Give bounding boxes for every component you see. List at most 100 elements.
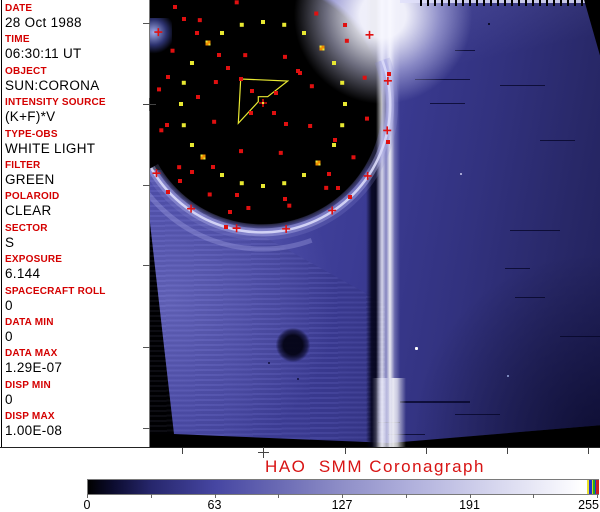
field-label: SPACECRAFT ROLL xyxy=(5,285,149,298)
colorbar xyxy=(87,479,599,495)
orange-checker-marker xyxy=(201,155,203,157)
bottom-axis-tick xyxy=(426,448,427,454)
red-fiducial-dot xyxy=(283,55,287,59)
metadata-field: SECTORS xyxy=(5,222,149,251)
colorbar-tick-label: 255 xyxy=(571,498,599,512)
orange-checker-marker xyxy=(204,158,206,160)
field-value: 1.29E-07 xyxy=(5,360,149,376)
field-label: EXPOSURE xyxy=(5,253,149,266)
red-fiducial-dot xyxy=(363,76,367,80)
field-value: CLEAR xyxy=(5,203,149,219)
field-value: 0 xyxy=(5,329,149,345)
image-title: HAO SMM Coronagraph xyxy=(150,457,600,477)
red-fiducial-dot xyxy=(235,0,239,4)
metadata-field: INTENSITY SOURCE(K+F)*V xyxy=(5,96,149,125)
red-fiducial-dot xyxy=(196,95,200,99)
red-fiducial-dot xyxy=(333,138,337,142)
yellow-fiducial-dot xyxy=(340,123,344,127)
smm-coronagraph-viewer: { "title": "HAO SMM Coronagraph", "color… xyxy=(0,0,600,512)
red-fiducial-dot xyxy=(178,179,182,183)
field-label: DATA MAX xyxy=(5,347,149,360)
yellow-fiducial-dot xyxy=(332,61,336,65)
field-label: DATE xyxy=(5,2,149,15)
metadata-panel: DATE28 Oct 1988TIME06:30:11 UTOBJECTSUN:… xyxy=(0,0,150,447)
metadata-field: OBJECTSUN:CORONA xyxy=(5,65,149,94)
field-value: 06:30:11 UT xyxy=(5,46,149,62)
red-fiducial-dot xyxy=(345,39,349,43)
red-fiducial-dot xyxy=(177,165,181,169)
red-fiducial-dot xyxy=(208,192,212,196)
red-fiducial-dot xyxy=(157,87,161,91)
field-value: 0 xyxy=(5,298,149,314)
bottom-axis-tick xyxy=(182,448,183,454)
field-label: DATA MIN xyxy=(5,316,149,329)
red-fiducial-dot xyxy=(308,124,312,128)
yellow-fiducial-dot xyxy=(261,20,265,24)
orange-checker-marker xyxy=(323,49,325,51)
orange-checker-marker xyxy=(206,41,208,43)
red-fiducial-dot xyxy=(182,17,186,21)
colorbar-stripe xyxy=(596,480,599,494)
red-fiducial-dot xyxy=(283,197,287,201)
sun-center-marker xyxy=(262,102,264,104)
orange-checker-marker xyxy=(319,164,321,166)
field-value: (K+F)*V xyxy=(5,109,149,125)
colorbar-tick xyxy=(533,494,534,498)
metadata-field: SPACECRAFT ROLL0 xyxy=(5,285,149,314)
metadata-field: TIME06:30:11 UT xyxy=(5,33,149,62)
yellow-fiducial-dot xyxy=(182,123,186,127)
colorbar-tick-label: 191 xyxy=(455,498,485,512)
yellow-fiducial-dot xyxy=(190,61,194,65)
field-value: WHITE LIGHT xyxy=(5,141,149,157)
left-axis-tick xyxy=(143,428,150,429)
metadata-field: FILTERGREEN xyxy=(5,159,149,188)
orange-checker-marker xyxy=(209,44,211,46)
bottom-axis-tick xyxy=(588,448,589,454)
red-fiducial-dot xyxy=(387,72,391,76)
occulter-rim-arc xyxy=(151,60,390,232)
field-label: INTENSITY SOURCE xyxy=(5,96,149,109)
yellow-fiducial-dot xyxy=(182,81,186,85)
metadata-field: EXPOSURE6.144 xyxy=(5,253,149,282)
red-fiducial-dot xyxy=(235,193,239,197)
field-label: POLAROID xyxy=(5,190,149,203)
metadata-field: DISP MIN0 xyxy=(5,379,149,408)
bottom-axis-line xyxy=(0,447,600,448)
field-value: 1.00E-08 xyxy=(5,423,149,439)
red-fiducial-dot xyxy=(386,140,390,144)
left-axis-tick xyxy=(143,347,150,348)
yellow-fiducial-dot xyxy=(261,184,265,188)
sidebar-border xyxy=(1,0,2,447)
bottom-axis-tick xyxy=(345,448,346,454)
red-fiducial-dot xyxy=(310,84,314,88)
field-value: S xyxy=(5,235,149,251)
field-label: DISP MAX xyxy=(5,410,149,423)
yellow-fiducial-dot xyxy=(190,143,194,147)
red-fiducial-dot xyxy=(195,31,199,35)
red-fiducial-dot xyxy=(296,69,300,73)
metadata-field: DATE28 Oct 1988 xyxy=(5,2,149,31)
red-fiducial-dot xyxy=(287,204,291,208)
field-label: TYPE-OBS xyxy=(5,128,149,141)
metadata-field: DATA MAX1.29E-07 xyxy=(5,347,149,376)
bottom-axis-tick xyxy=(507,448,508,454)
field-value: 28 Oct 1988 xyxy=(5,15,149,31)
yellow-fiducial-dot xyxy=(220,31,224,35)
field-label: DISP MIN xyxy=(5,379,149,392)
red-fiducial-dot xyxy=(336,186,340,190)
colorbar-tick-label: 63 xyxy=(200,498,230,512)
red-plus-marker xyxy=(366,31,374,39)
red-fiducial-dot xyxy=(190,170,194,174)
red-fiducial-dot xyxy=(343,23,347,27)
red-fiducial-dot xyxy=(224,225,228,229)
field-label: OBJECT xyxy=(5,65,149,78)
yellow-fiducial-dot xyxy=(302,173,306,177)
yellow-fiducial-dot xyxy=(332,143,336,147)
red-fiducial-dot xyxy=(214,80,218,84)
orange-checker-marker xyxy=(320,46,322,48)
yellow-fiducial-dot xyxy=(220,173,224,177)
red-fiducial-dot xyxy=(212,120,216,124)
yellow-fiducial-dot xyxy=(179,102,183,106)
red-fiducial-dot xyxy=(226,66,230,70)
red-fiducial-dot xyxy=(327,172,331,176)
